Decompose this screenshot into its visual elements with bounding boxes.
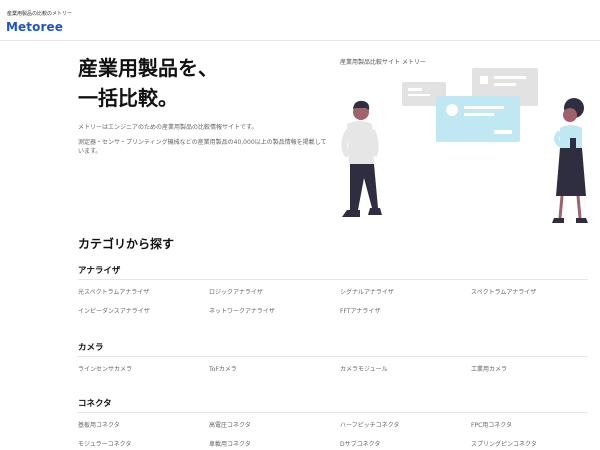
category-link[interactable]: スプリングピンコネクタ: [471, 439, 537, 448]
category-link[interactable]: スペクトラムアナライザ: [471, 287, 536, 296]
category-link[interactable]: ネットワークアナライザ: [209, 306, 275, 315]
category-link[interactable]: 光スペクトラムアナライザ: [78, 287, 149, 296]
hero-description-detail: 測定器・センサ・プリンティング機械などの産業用製品の40,000以上の製品情報を…: [78, 139, 327, 155]
category-heading: アナライザ: [78, 266, 121, 276]
category-heading: カメラ: [78, 343, 104, 353]
category-link[interactable]: カメラモジュール: [340, 364, 388, 373]
woman-figure: [552, 98, 588, 223]
category-link[interactable]: ハーフピッチコネクタ: [340, 420, 399, 429]
category-link[interactable]: 工業用カメラ: [471, 364, 507, 373]
category-link[interactable]: 高電圧コネクタ: [209, 420, 251, 429]
category-link[interactable]: Dサブコネクタ: [340, 439, 380, 448]
category-heading: コネクタ: [78, 399, 112, 409]
man-figure: [341, 100, 382, 217]
category-link[interactable]: 車載用コネクタ: [209, 439, 251, 448]
hero-illustration: [341, 68, 588, 223]
category-link[interactable]: ラインセンサカメラ: [78, 364, 132, 373]
category-divider: [78, 356, 588, 357]
category-link[interactable]: ToFカメラ: [209, 364, 237, 373]
hero-description: メトリーはエンジニアのための産業用製品の比較情報サイトです。: [78, 124, 258, 131]
hero-title: 産業用製品を、 一括比較。: [78, 53, 218, 113]
category-link[interactable]: インピーダンスアナライザ: [78, 306, 150, 315]
category-divider: [78, 279, 588, 280]
site-logo[interactable]: Metoree: [6, 20, 63, 34]
category-link[interactable]: シグナルアナライザ: [340, 287, 394, 296]
hero-title-line1: 産業用製品を、: [78, 56, 218, 80]
category-section-title: カテゴリから探す: [78, 237, 175, 251]
blue-card: [436, 96, 520, 142]
site-header: 産業用製品の比較のメトリー Metoree: [0, 0, 600, 41]
category-divider: [78, 412, 588, 413]
category-link[interactable]: 基板用コネクタ: [78, 420, 120, 429]
site-tagline: 産業用製品の比較のメトリー: [7, 11, 73, 17]
category-link[interactable]: FFTアナライザ: [340, 306, 380, 315]
category-link[interactable]: モジュラーコネクタ: [78, 439, 131, 448]
category-link[interactable]: FPC用コネクタ: [471, 420, 512, 429]
hero-title-line2: 一括比較。: [78, 86, 178, 110]
category-link[interactable]: ロジックアナライザ: [209, 287, 263, 296]
